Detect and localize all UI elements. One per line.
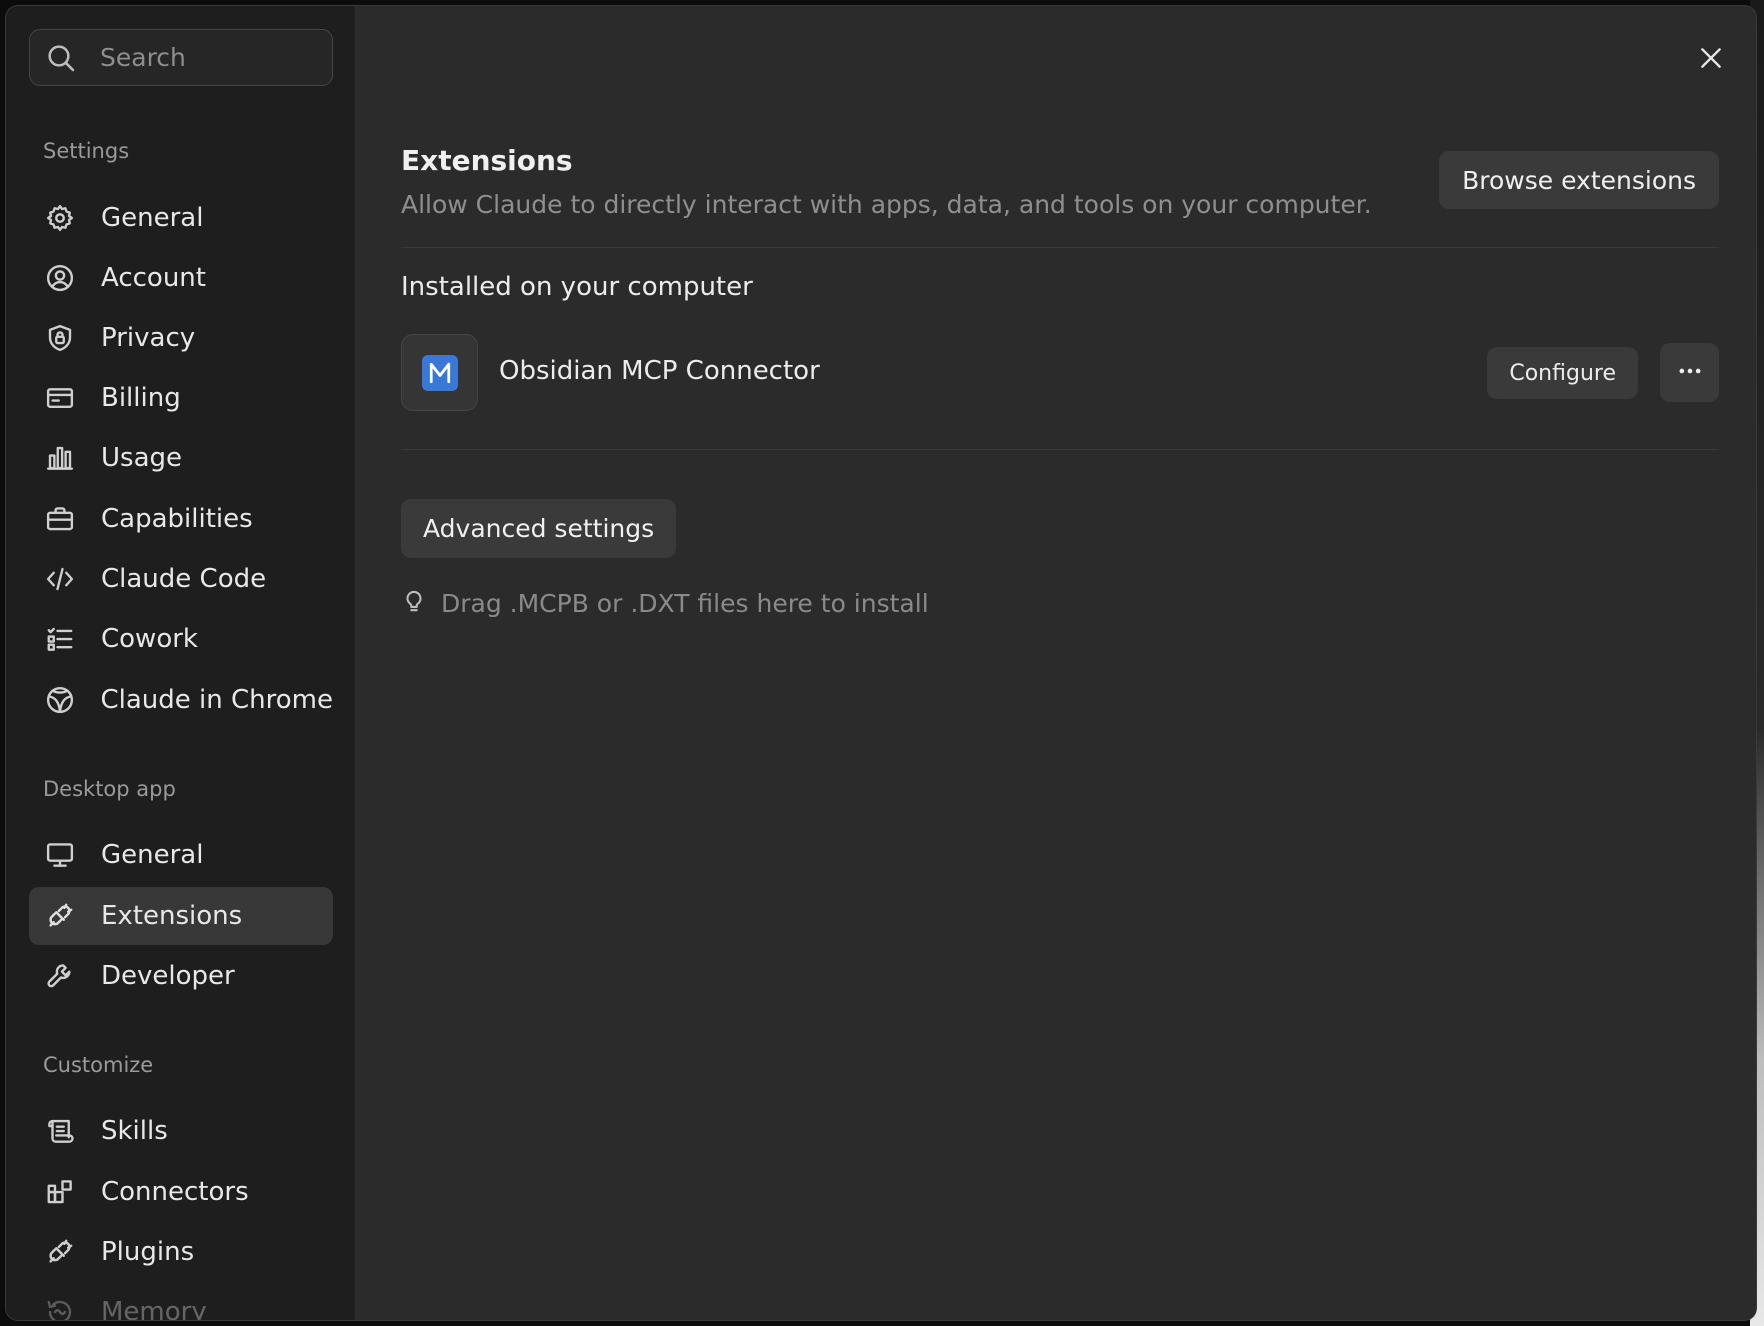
sidebar-item-connectors[interactable]: Connectors — [29, 1163, 333, 1221]
install-hint-text: Drag .MCPB or .DXT files here to install — [441, 588, 929, 618]
sidebar-item-label: Claude in Chrome — [100, 685, 333, 715]
extension-logo — [401, 334, 478, 411]
sidebar-item-label: Usage — [101, 443, 183, 473]
section-label-customize: Customize — [43, 1053, 154, 1077]
sidebar-item-capabilities[interactable]: Capabilities — [29, 490, 333, 548]
close-button[interactable] — [1694, 43, 1728, 77]
user-circle-icon — [43, 261, 77, 295]
sidebar-item-label: Developer — [101, 961, 235, 991]
obsidian-mcp-logo-icon — [421, 354, 458, 391]
sidebar-item-plugins[interactable]: Plugins — [29, 1223, 333, 1281]
checklist-icon — [43, 622, 77, 656]
sidebar-item-label: Extensions — [101, 901, 243, 931]
briefcase-icon — [43, 502, 77, 536]
installed-heading: Installed on your computer — [401, 272, 753, 302]
ellipsis-icon — [1676, 357, 1704, 389]
install-hint: Drag .MCPB or .DXT files here to install — [401, 588, 929, 618]
sidebar-item-claude-code[interactable]: Claude Code — [29, 550, 333, 608]
monitor-icon — [43, 838, 77, 872]
wrench-icon — [43, 959, 77, 993]
shield-lock-icon — [43, 321, 77, 355]
sidebar-item-developer[interactable]: Developer — [29, 947, 333, 1005]
sidebar-item-billing[interactable]: Billing — [29, 369, 333, 427]
browse-extensions-button[interactable]: Browse extensions — [1439, 151, 1719, 209]
more-options-button[interactable] — [1660, 343, 1719, 402]
sidebar-item-label: Billing — [101, 383, 181, 413]
sidebar-item-label: Cowork — [101, 624, 198, 654]
section-label-settings: Settings — [43, 139, 130, 163]
sidebar: Settings General Account Privacy Billing — [6, 6, 356, 1320]
sidebar-item-label: General — [101, 840, 204, 870]
close-icon — [1698, 45, 1724, 75]
globe-icon — [43, 683, 76, 717]
configure-button[interactable]: Configure — [1487, 347, 1638, 399]
sidebar-item-label: Account — [101, 263, 206, 293]
sidebar-item-label: General — [101, 203, 204, 233]
plug-icon — [43, 899, 77, 933]
memory-icon — [43, 1295, 77, 1320]
extension-row: Obsidian MCP Connector Configure — [401, 334, 1719, 412]
code-icon — [43, 562, 77, 596]
main-panel: Extensions Allow Claude to directly inte… — [356, 6, 1756, 1320]
divider — [401, 449, 1719, 450]
sidebar-item-label: Privacy — [101, 323, 196, 353]
page-subtitle: Allow Claude to directly interact with a… — [401, 190, 1372, 219]
extension-name: Obsidian MCP Connector — [499, 356, 820, 386]
sidebar-item-claude-in-chrome[interactable]: Claude in Chrome — [29, 671, 333, 729]
sidebar-item-label: Connectors — [101, 1177, 249, 1207]
lightbulb-icon — [401, 588, 427, 618]
sidebar-item-desktop-general[interactable]: General — [29, 826, 333, 884]
sidebar-item-account[interactable]: Account — [29, 249, 333, 307]
section-label-desktop-app: Desktop app — [43, 777, 176, 801]
divider — [401, 247, 1719, 248]
credit-card-icon — [43, 381, 77, 415]
sidebar-item-usage[interactable]: Usage — [29, 429, 333, 487]
sidebar-item-privacy[interactable]: Privacy — [29, 309, 333, 367]
sidebar-item-memory[interactable]: Memory — [29, 1283, 333, 1320]
sidebar-item-label: Claude Code — [101, 564, 267, 594]
sidebar-item-general[interactable]: General — [29, 189, 333, 247]
sidebar-item-label: Skills — [101, 1116, 168, 1146]
search-icon — [44, 41, 78, 75]
scroll-icon — [43, 1114, 77, 1148]
sidebar-item-skills[interactable]: Skills — [29, 1102, 333, 1160]
sidebar-item-label: Plugins — [101, 1237, 195, 1267]
bar-chart-icon — [43, 441, 77, 475]
sidebar-item-label: Memory — [101, 1297, 207, 1320]
sidebar-item-label: Capabilities — [101, 504, 253, 534]
search-input[interactable] — [100, 43, 300, 72]
blocks-icon — [43, 1175, 77, 1209]
plug-icon — [43, 1235, 77, 1269]
gear-icon — [43, 201, 77, 235]
sidebar-item-cowork[interactable]: Cowork — [29, 610, 333, 668]
sidebar-item-extensions[interactable]: Extensions — [29, 887, 333, 945]
search-box[interactable] — [29, 29, 333, 86]
settings-window: Settings General Account Privacy Billing — [6, 6, 1756, 1320]
page-title: Extensions — [401, 144, 573, 177]
advanced-settings-button[interactable]: Advanced settings — [401, 499, 677, 558]
